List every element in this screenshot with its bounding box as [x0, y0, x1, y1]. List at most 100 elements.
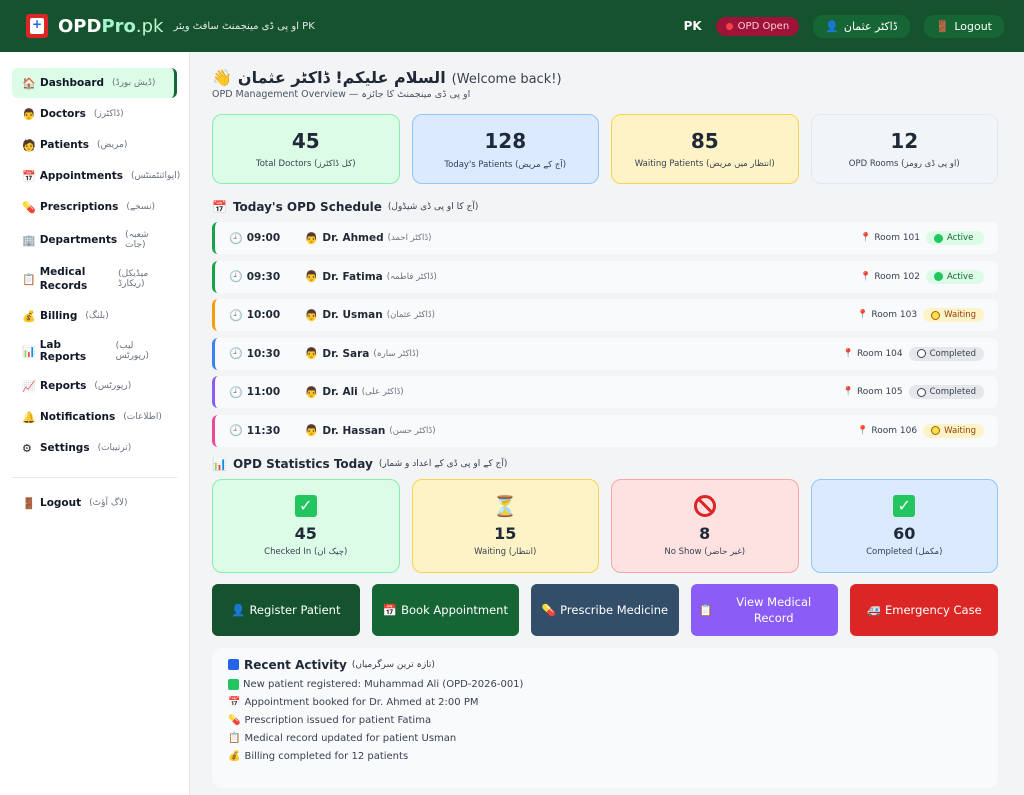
- calendar-icon: 📅: [212, 200, 227, 214]
- user-icon: 👤: [825, 19, 839, 33]
- clock-icon: 🕘: [229, 424, 243, 437]
- line-chart-icon: 📈: [22, 379, 36, 393]
- stat-no-show[interactable]: 8 No Show (غیر حاضر): [611, 478, 799, 573]
- pill-icon: 💊: [541, 602, 557, 617]
- view-medical-record-button[interactable]: 📋 View Medical Record: [690, 583, 839, 636]
- schedule-row[interactable]: 🕘 11:00 👨 Dr. Ali (ڈاکٹر علی) 📍 Room 105 Comple…: [212, 376, 998, 408]
- calendar-icon: 📅: [382, 602, 398, 617]
- schedule-room: 📍 Room 105: [842, 387, 903, 397]
- activity-item: 📋 Medical record updated for patient Usma…: [228, 732, 457, 744]
- hourglass-icon: ⏳: [492, 494, 518, 518]
- sidebar-item-doctors[interactable]: 👨 Doctors (ڈاکٹرز): [12, 99, 177, 129]
- schedule-time: 11:30: [246, 424, 281, 437]
- schedule-row[interactable]: 🕘 09:00 👨 Dr. Ahmed (ڈاکٹر احمد) 📍 Room 101 Act…: [212, 222, 998, 254]
- bar-chart-icon: 📊: [212, 456, 227, 471]
- schedule-time: 10:00: [246, 309, 281, 321]
- doctor-icon: 👨: [304, 424, 319, 437]
- no-entry-icon: [693, 495, 716, 517]
- clipboard-icon: 📋: [22, 272, 36, 286]
- money-bag-icon: 💰: [228, 750, 241, 762]
- door-icon: 🚪: [22, 496, 36, 510]
- top-header: OPDPro.pk او پی ڈی مینجمنٹ سافٹ ویئر PK …: [0, 0, 1024, 52]
- header-logout-button[interactable]: 🚪 Logout: [923, 14, 1004, 38]
- stat-completed[interactable]: ✓ 60 Completed (مکمل): [810, 478, 998, 573]
- schedule-room: 📍 Room 101: [860, 233, 920, 243]
- sidebar-item-departments[interactable]: 🏢 Departments (شعبہ جات): [12, 223, 177, 257]
- status-dot-icon: [916, 349, 926, 358]
- stat-checked-in[interactable]: ✓ 45 Checked In (چیک ان): [212, 478, 400, 573]
- schedule-doctor-urdu: (ڈاکٹر احمد): [387, 233, 432, 243]
- prescribe-medicine-button[interactable]: 💊 Prescribe Medicine: [531, 583, 679, 636]
- schedule-doctor-urdu: (ڈاکٹر سارہ): [373, 349, 419, 359]
- schedule-room: 📍 Room 106: [857, 425, 918, 436]
- patient-icon: 🧑: [22, 138, 36, 152]
- schedule-time: 10:30: [246, 347, 281, 360]
- schedule-doctor-urdu: (ڈاکٹر عثمان): [386, 310, 435, 320]
- pill-icon: 💊: [22, 200, 36, 214]
- schedule-row[interactable]: 🕘 11:30 👨 Dr. Hassan (ڈاکٹر حسن) 📍 Room 106 Wai…: [212, 414, 998, 447]
- schedule-room: 📍 Room 103: [857, 310, 918, 320]
- sidebar-item-medical-records[interactable]: 📋 Medical Records (میڈیکل ریکارڈ): [12, 258, 177, 300]
- book-appointment-button[interactable]: 📅 Book Appointment: [371, 583, 520, 636]
- sidebar-item-settings[interactable]: ⚙ Settings (ترتیبات): [12, 433, 177, 463]
- user-profile-button[interactable]: 👤 ڈاکٹر عثمان: [813, 14, 910, 38]
- calendar-icon: 📅: [22, 169, 36, 183]
- status-badge: Completed: [908, 346, 984, 361]
- check-icon: [228, 678, 239, 690]
- check-icon: ✓: [294, 495, 317, 517]
- status-dot-icon: [934, 233, 943, 243]
- stat-todays-patients[interactable]: 128 Today's Patients (آج کے مریض): [411, 114, 599, 184]
- emergency-case-button[interactable]: 🚑 Emergency Case: [850, 583, 998, 636]
- schedule-row[interactable]: 🕘 09:30 👨 Dr. Fatima (ڈاکٹر فاطمہ) 📍 Room 102 A…: [212, 260, 998, 293]
- pin-icon: 📍: [857, 425, 869, 436]
- sidebar-item-reports[interactable]: 📈 Reports (رپورٹس): [12, 371, 177, 401]
- doctor-icon: 👨: [304, 270, 319, 283]
- stat-opd-rooms[interactable]: 12 OPD Rooms (او پی ڈی رومز): [810, 114, 998, 184]
- schedule-row[interactable]: 🕘 10:00 👨 Dr. Usman (ڈاکٹر عثمان) 📍 Room 103 Wa…: [212, 299, 998, 331]
- refresh-icon: [228, 659, 239, 670]
- schedule-doctor: Dr. Hassan: [322, 424, 386, 437]
- schedule-doctor-urdu: (ڈاکٹر علی): [361, 387, 404, 397]
- pin-icon: 📍: [860, 233, 872, 243]
- opd-stats-cards: ✓ 45 Checked In (چیک ان) ⏳ 15 Waiting (انتظا…: [212, 478, 998, 573]
- schedule-row[interactable]: 🕘 10:30 👨 Dr. Sara (ڈاکٹر سارہ) 📍 Room 104 Comp…: [212, 337, 998, 370]
- sidebar-item-patients[interactable]: 🧑 Patients (مریض): [12, 130, 177, 160]
- recent-activity-panel: Recent Activity (تازہ ترین سرگرمیاں) New…: [212, 647, 998, 788]
- schedule-doctor-urdu: (ڈاکٹر فاطمہ): [386, 272, 437, 282]
- schedule-room: 📍 Room 102: [860, 271, 920, 282]
- activity-item: 💰 Billing completed for 12 patients: [228, 750, 409, 762]
- sidebar-item-notifications[interactable]: 🔔 Notifications (اطلاعات): [12, 402, 177, 432]
- schedule-doctor: Dr. Ahmed: [322, 232, 384, 244]
- stat-waiting-patients[interactable]: 85 Waiting Patients (انتظار میں مریض): [611, 114, 799, 184]
- sidebar-item-lab-reports[interactable]: 📊 Lab Reports (لیب رپورٹس): [12, 332, 177, 370]
- pin-icon: 📍: [857, 310, 869, 320]
- activity-item: 💊 Prescription issued for patient Fatima: [228, 714, 432, 726]
- sidebar-item-prescriptions[interactable]: 💊 Prescriptions (نسخے): [12, 192, 177, 222]
- sidebar-item-logout[interactable]: 🚪 Logout (لاگ آؤٹ): [12, 488, 177, 518]
- status-badge: Active: [926, 231, 984, 245]
- clipboard-icon: 📋: [698, 602, 714, 617]
- stat-waiting[interactable]: ⏳ 15 Waiting (انتظار): [411, 478, 599, 573]
- doctor-icon: 👨: [304, 347, 319, 360]
- pin-icon: 📍: [842, 348, 854, 359]
- summary-stats: 45 Total Doctors (کل ڈاکٹرز) 128 Today's P…: [212, 114, 998, 184]
- schedule-doctor: Dr. Fatima: [322, 270, 383, 283]
- sidebar-item-billing[interactable]: 💰 Billing (بلنگ): [12, 301, 177, 331]
- stat-total-doctors[interactable]: 45 Total Doctors (کل ڈاکٹرز): [212, 114, 400, 184]
- brand-name[interactable]: OPDPro.pk: [58, 16, 163, 37]
- door-icon: 🚪: [935, 19, 950, 33]
- sidebar-divider: [12, 477, 177, 478]
- building-icon: 🏢: [22, 233, 36, 247]
- doctor-icon: 👨: [304, 231, 319, 245]
- register-patient-button[interactable]: 👤 Register Patient: [212, 583, 360, 636]
- money-bag-icon: 💰: [22, 309, 36, 323]
- status-badge: Waiting: [923, 423, 984, 438]
- quick-actions: 👤 Register Patient 📅 Book Appointment 💊 Pre…: [212, 583, 998, 636]
- sidebar-item-dashboard[interactable]: 🏠 Dashboard (ڈیش بورڈ): [12, 68, 177, 98]
- pill-icon: 💊: [228, 714, 241, 726]
- sidebar-item-appointments[interactable]: 📅 Appointments (اپوائنٹمنٹس): [12, 161, 180, 191]
- doctor-icon: 👨: [304, 385, 319, 399]
- status-dot-icon: [934, 272, 943, 281]
- schedule-time: 11:00: [246, 386, 281, 398]
- ambulance-icon: 🚑: [866, 602, 881, 617]
